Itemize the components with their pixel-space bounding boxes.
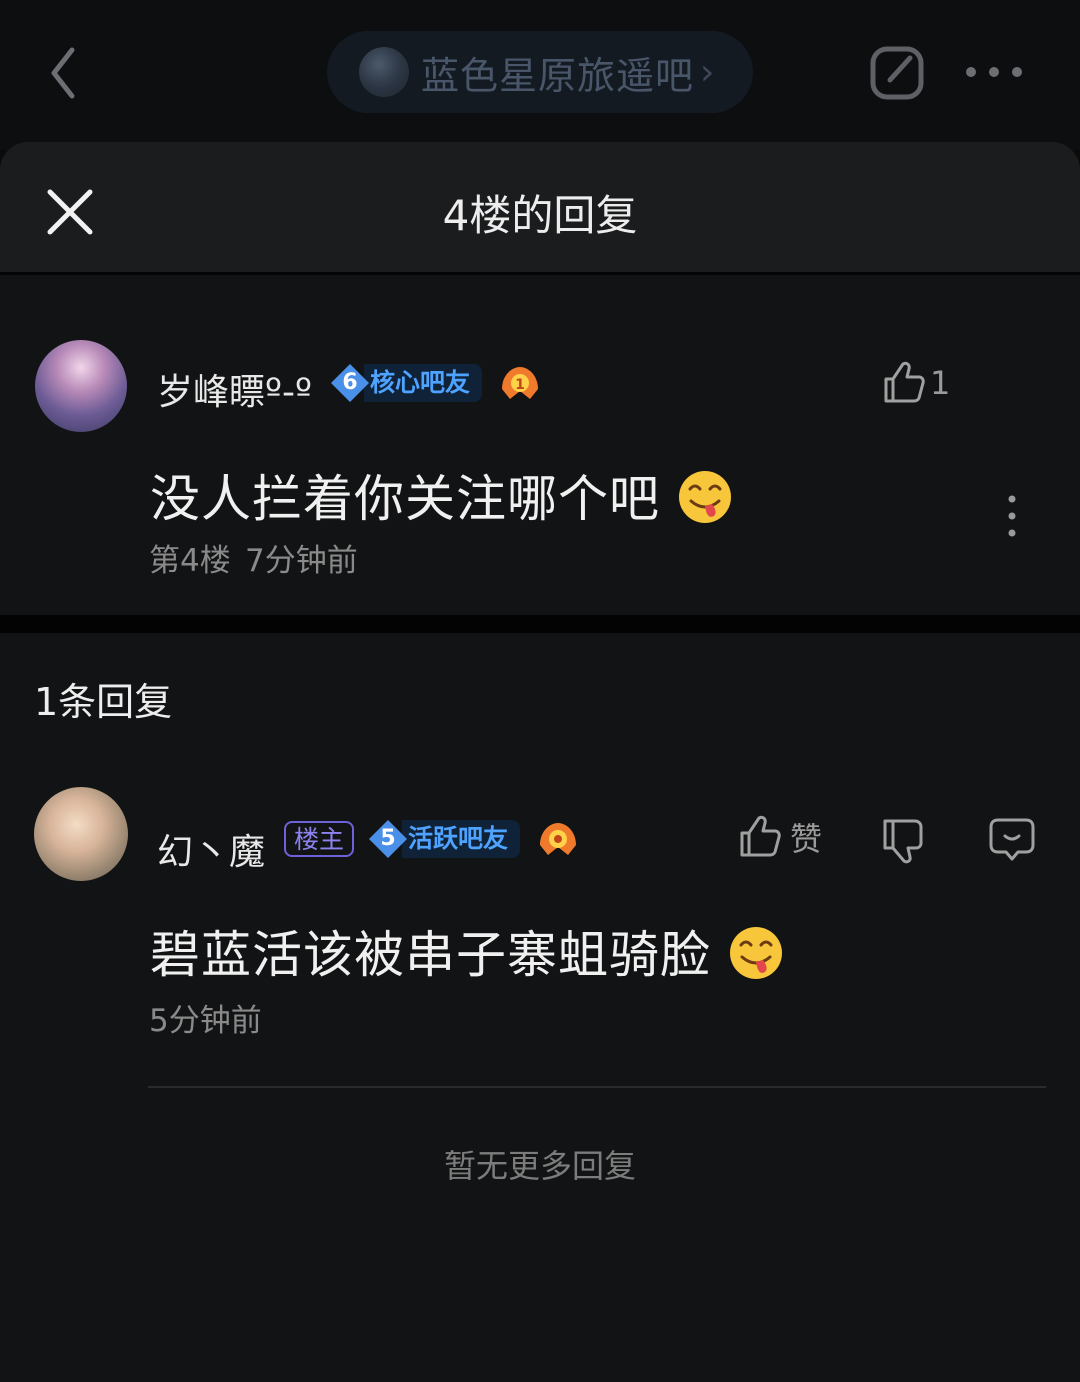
replies-count: 1条回复 — [34, 680, 173, 724]
sheet-title: 4楼的回复 — [442, 191, 638, 240]
sheet-header: 4楼的回复 — [0, 142, 1080, 275]
medal-icon — [536, 819, 580, 859]
chevron-left-icon — [51, 47, 75, 99]
level-number: 6 — [342, 370, 358, 395]
thumbs-up-icon — [884, 361, 925, 403]
forum-avatar — [359, 47, 409, 97]
post-text: 没人拦着你关注哪个吧 — [150, 470, 660, 528]
like-count: 1 — [930, 364, 951, 402]
chevron-right-icon: › — [700, 51, 715, 93]
thumbs-down-icon[interactable] — [881, 817, 925, 865]
section-divider — [0, 615, 1080, 633]
tongue-out-emoji-icon — [730, 926, 782, 979]
level-title: 核心吧友 — [364, 364, 483, 402]
back-button[interactable] — [40, 38, 90, 108]
share-icon — [870, 46, 924, 100]
vertical-dots-icon[interactable] — [1002, 491, 1022, 541]
reply-time: 5分钟前 — [149, 1003, 262, 1039]
level-badge: 5 活跃吧友 — [368, 819, 521, 859]
like-label: 赞 — [790, 820, 823, 858]
more-button[interactable] — [960, 52, 1030, 92]
forum-name: 蓝色星原旅遥吧 — [421, 53, 695, 98]
tongue-out-emoji-icon — [679, 470, 731, 523]
medal-number: 1 — [515, 377, 525, 393]
forum-link[interactable]: 蓝色星原旅遥吧 › — [327, 31, 753, 113]
more-dots-icon — [966, 67, 1022, 77]
level-title: 活跃吧友 — [402, 820, 521, 858]
share-button[interactable] — [866, 42, 928, 104]
comment-icon[interactable] — [988, 817, 1036, 863]
post-time: 7分钟前 — [245, 543, 358, 579]
replies-section: 1条回复 幻丶魔 楼主 5 活跃吧友 赞 碧蓝活该被串子寨蛆骑脸 5分钟前 暂无… — [0, 633, 1080, 1382]
top-bar: 蓝色星原旅遥吧 › — [0, 0, 1080, 150]
reply-content: 碧蓝活该被串子寨蛆骑脸 — [150, 915, 783, 987]
medal-icon: 1 — [498, 363, 542, 403]
main-post: 岁峰瞟º-º 6 核心吧友 1 1 没人拦着你关注哪个吧 第4楼 7分钟前 — [0, 275, 1080, 615]
host-tag: 楼主 — [284, 821, 355, 857]
floor-number: 第4楼 — [149, 543, 231, 579]
level-diamond-icon: 6 — [330, 363, 370, 403]
no-more-replies: 暂无更多回复 — [443, 1147, 636, 1185]
divider — [148, 1086, 1046, 1088]
level-diamond-icon: 5 — [368, 819, 408, 859]
reply-sheet: 4楼的回复 岁峰瞟º-º 6 核心吧友 1 1 没人拦着你关注哪个吧 第4楼 7… — [0, 142, 1080, 1382]
username[interactable]: 幻丶魔 — [157, 823, 265, 875]
level-number: 5 — [380, 826, 396, 851]
post-content: 没人拦着你关注哪个吧 — [150, 459, 732, 531]
thumbs-up-icon — [740, 815, 781, 857]
reply-text: 碧蓝活该被串子寨蛆骑脸 — [150, 926, 711, 984]
avatar[interactable] — [35, 340, 127, 432]
like-button[interactable]: 赞 — [738, 813, 822, 861]
avatar[interactable] — [34, 787, 128, 881]
level-badge: 6 核心吧友 — [330, 363, 483, 403]
username[interactable]: 岁峰瞟º-º — [157, 363, 312, 415]
like-button[interactable]: 1 — [882, 359, 950, 407]
